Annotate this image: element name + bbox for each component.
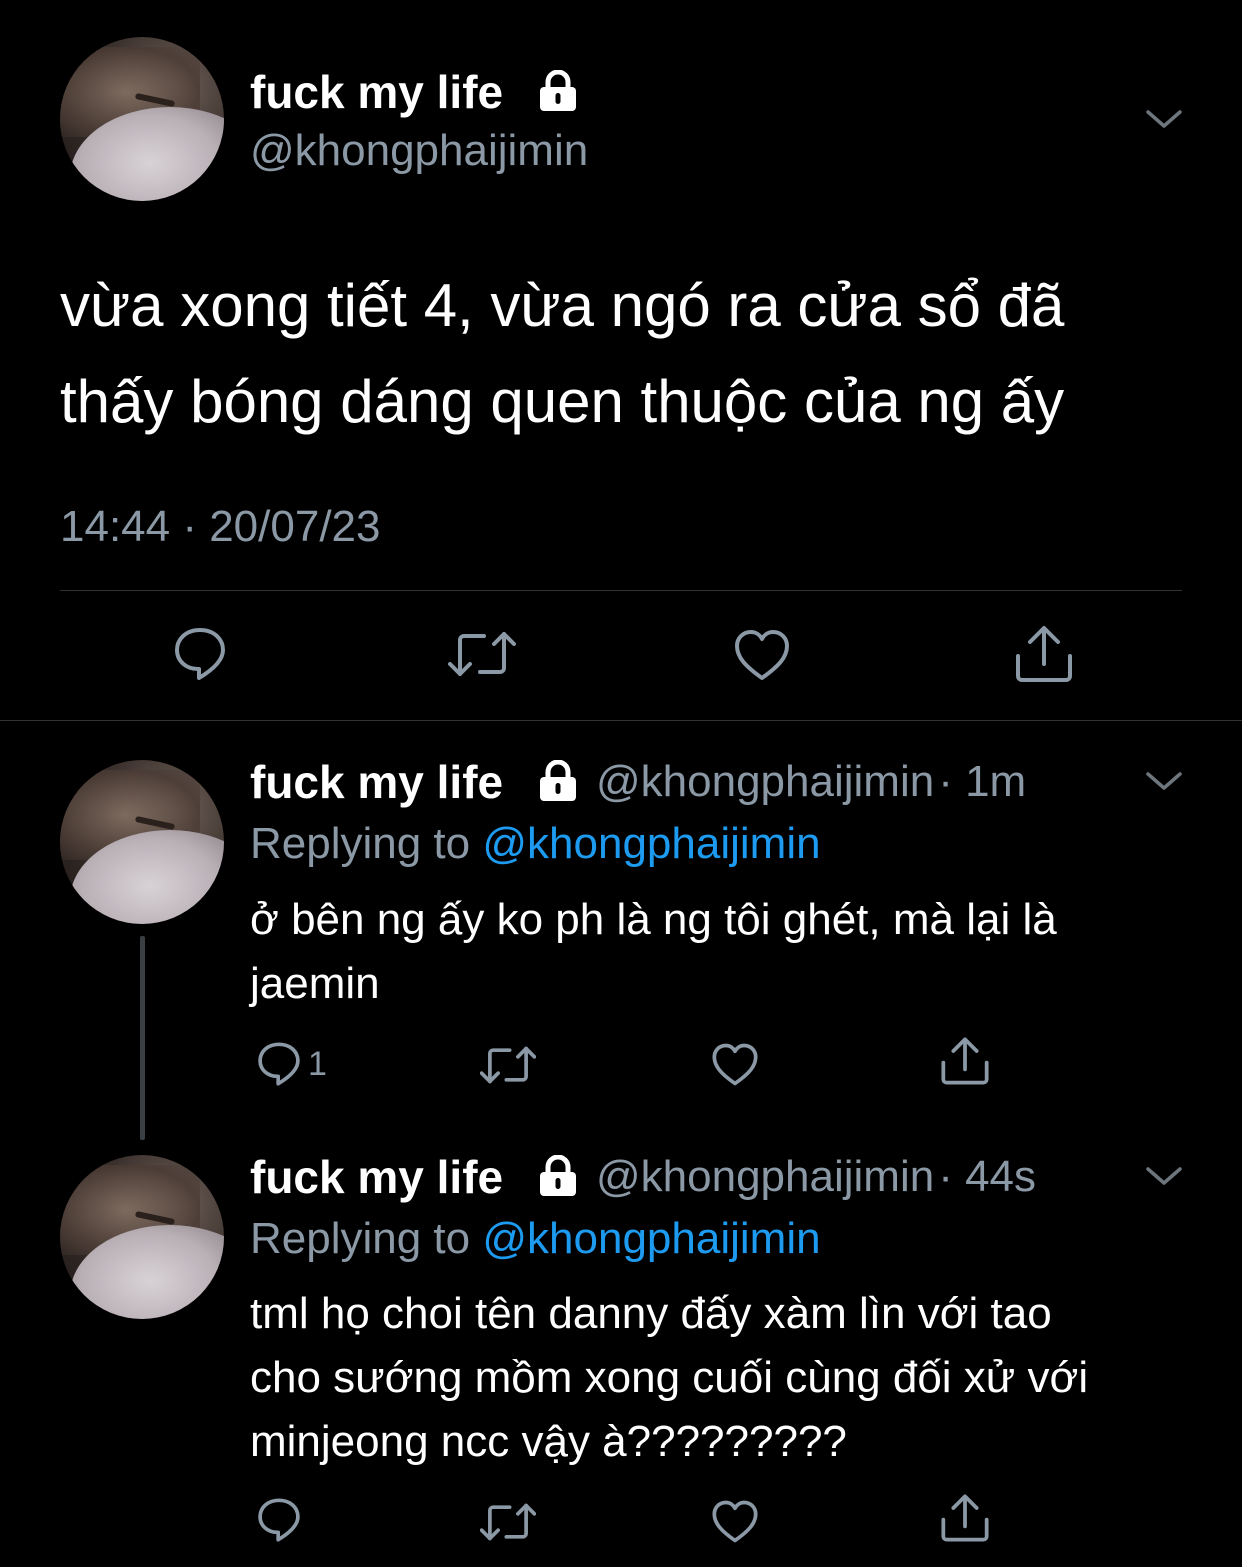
reply-text: ở bên ng ấy ko ph là ng tôi ghét, mà lại…	[250, 888, 1057, 1016]
lock-icon	[540, 760, 576, 801]
retweet-button[interactable]	[480, 1502, 536, 1542]
handle[interactable]: @khongphaijimin· 1m	[596, 754, 1026, 810]
thread-line	[140, 936, 145, 1140]
tweet-text-line: vừa xong tiết 4, vừa ngó ra cửa sổ đã	[60, 272, 1065, 339]
reply-time: · 1m	[938, 757, 1027, 806]
replying-to-link[interactable]: @khongphaijimin	[482, 1214, 820, 1263]
retweet-button[interactable]	[448, 630, 516, 678]
chevron-down-icon[interactable]	[1144, 766, 1184, 796]
reply-icon	[258, 1042, 300, 1086]
replying-to: Replying to @khongphaijimin	[250, 1211, 821, 1267]
reply-text-line: minjeong ncc vậy à?????????	[250, 1417, 847, 1466]
reply-icon	[258, 1498, 300, 1542]
handle-text[interactable]: @khongphaijimin	[596, 757, 934, 806]
chevron-down-icon[interactable]	[1144, 1161, 1184, 1191]
like-button[interactable]	[733, 628, 791, 682]
like-button[interactable]	[711, 1499, 759, 1544]
reply-text-line: ở bên ng ấy ko ph là ng tôi ghét, mà lại…	[250, 895, 1057, 944]
reply-button[interactable]	[172, 625, 228, 683]
reply-text-line: cho sướng mồm xong cuối cùng đối xử với	[250, 1353, 1089, 1402]
share-icon	[1016, 626, 1072, 682]
reply-time: · 44s	[938, 1152, 1037, 1201]
like-icon	[735, 630, 789, 680]
tweet-text: vừa xong tiết 4, vừa ngó ra cửa sổ đã th…	[60, 258, 1064, 450]
reply-text: tml họ choi tên danny đấy xàm lìn với ta…	[250, 1282, 1088, 1474]
reply-count: 1	[308, 1044, 327, 1083]
retweet-icon	[448, 632, 516, 676]
retweet-icon	[480, 1503, 536, 1541]
handle[interactable]: @khongphaijimin· 44s	[596, 1149, 1036, 1205]
handle-text[interactable]: @khongphaijimin	[596, 1152, 934, 1201]
reply-text-line: jaemin	[250, 959, 380, 1008]
chevron-down-icon[interactable]	[1144, 104, 1184, 134]
like-icon	[712, 1043, 758, 1086]
divider	[60, 590, 1182, 591]
tweet-timestamp[interactable]: 14:44 · 20/07/23	[60, 500, 380, 554]
lock-icon	[540, 70, 576, 111]
retweet-button[interactable]	[480, 1045, 536, 1085]
reply-text-line: tml họ choi tên danny đấy xàm lìn với ta…	[250, 1289, 1052, 1338]
avatar[interactable]	[60, 760, 224, 924]
display-name[interactable]: fuck my life	[250, 754, 503, 810]
handle[interactable]: @khongphaijimin	[250, 124, 588, 178]
replying-to-label: Replying to	[250, 1214, 471, 1263]
replying-to-link[interactable]: @khongphaijimin	[482, 819, 820, 868]
like-button[interactable]	[711, 1042, 759, 1087]
display-name[interactable]: fuck my life	[250, 64, 503, 120]
share-button[interactable]	[940, 1493, 990, 1543]
display-name[interactable]: fuck my life	[250, 1149, 503, 1205]
avatar[interactable]	[60, 37, 224, 201]
replying-to-label: Replying to	[250, 819, 471, 868]
share-button[interactable]	[940, 1036, 990, 1086]
replying-to: Replying to @khongphaijimin	[250, 816, 821, 872]
lock-icon	[540, 1155, 576, 1196]
retweet-icon	[480, 1046, 536, 1084]
tweet-text-line: thấy bóng dáng quen thuộc của ng ấy	[60, 368, 1065, 435]
share-icon	[941, 1037, 989, 1085]
like-icon	[712, 1500, 758, 1543]
avatar[interactable]	[60, 1155, 224, 1319]
reply-button[interactable]: 1	[256, 1040, 327, 1088]
reply-button[interactable]	[256, 1496, 302, 1544]
reply-icon	[175, 628, 225, 680]
share-icon	[941, 1494, 989, 1542]
divider	[0, 720, 1242, 721]
share-button[interactable]	[1014, 624, 1074, 684]
